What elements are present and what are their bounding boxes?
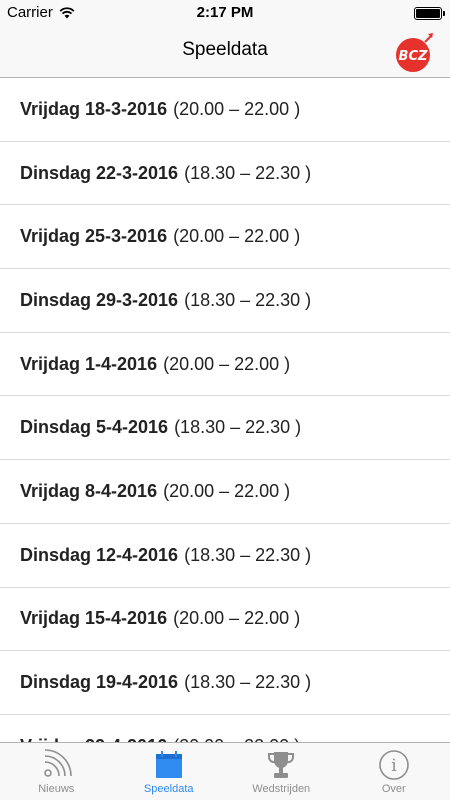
bcz-logo: BCZ xyxy=(396,33,433,72)
schedule-hours: (20.00 – 22.00 ) xyxy=(163,353,291,374)
calendar-icon xyxy=(155,751,182,778)
schedule-hours: (20.00 – 22.00 ) xyxy=(173,226,301,247)
list-item[interactable]: Vrijdag 8-4-2016 (20.00 – 22.00 ) xyxy=(0,460,450,524)
schedule-day: Dinsdag 5-4-2016 xyxy=(20,417,169,438)
app-screen: Carrier 2:17 PM Speeldata BCZ Vrijdag 18… xyxy=(0,0,450,800)
tab-wedstrijden[interactable]: Wedstrijden xyxy=(225,743,338,800)
svg-text:BCZ: BCZ xyxy=(399,49,428,64)
rss-icon xyxy=(44,749,73,777)
schedule-day: Vrijdag 25-3-2016 xyxy=(20,226,168,247)
list-item[interactable]: Dinsdag 12-4-2016 (18.30 – 22.30 ) xyxy=(0,524,450,588)
list-item[interactable]: Vrijdag 1-4-2016 (20.00 – 22.00 ) xyxy=(0,333,450,397)
status-bar: Carrier 2:17 PM xyxy=(0,0,450,26)
schedule-hours: (18.30 – 22.30 ) xyxy=(184,544,312,565)
tab-nieuws[interactable]: Nieuws xyxy=(0,743,113,800)
page-title: Speeldata xyxy=(182,39,268,60)
svg-text:i: i xyxy=(391,756,397,776)
schedule-hours: (20.00 – 22.00 ) xyxy=(163,480,291,501)
navigation-bar: Speeldata BCZ xyxy=(0,26,450,78)
schedule-hours: (20.00 – 22.00 ) xyxy=(173,98,301,119)
schedule-list[interactable]: Vrijdag 18-3-2016 (20.00 – 22.00 ) Dinsdag… xyxy=(0,78,450,742)
tab-over[interactable]: i Over xyxy=(338,743,450,800)
schedule-day: Dinsdag 29-3-2016 xyxy=(20,289,179,310)
tab-speeldata[interactable]: Speeldata xyxy=(113,743,226,800)
list-item[interactable]: Vrijdag 18-3-2016 (20.00 – 22.00 ) xyxy=(0,78,450,142)
tab-speeldata-label: Speeldata xyxy=(143,783,194,795)
schedule-day: Vrijdag 15-4-2016 xyxy=(20,608,168,629)
tab-over-label: Over xyxy=(381,783,406,795)
list-item[interactable]: Vrijdag 15-4-2016 (20.00 – 22.00 ) xyxy=(0,588,450,652)
schedule-hours: (18.30 – 22.30 ) xyxy=(184,289,312,310)
status-time: 2:17 PM xyxy=(196,4,254,21)
list-item[interactable]: Dinsdag 5-4-2016 (18.30 – 22.30 ) xyxy=(0,396,450,461)
list-item[interactable]: Dinsdag 29-3-2016 (18.30 – 22.30 ) xyxy=(0,269,450,333)
schedule-hours: (18.30 – 22.30 ) xyxy=(184,672,312,693)
trophy-icon xyxy=(268,752,295,778)
schedule-day: Dinsdag 12-4-2016 xyxy=(20,544,179,565)
schedule-day: Vrijdag 18-3-2016 xyxy=(20,98,168,119)
tab-bar: Nieuws Speeldata Wedstrijden i Over xyxy=(0,742,450,800)
schedule-hours: (18.30 – 22.30 ) xyxy=(184,162,312,183)
info-icon: i xyxy=(378,750,409,780)
list-item[interactable]: Dinsdag 22-3-2016 (18.30 – 22.30 ) xyxy=(0,142,450,206)
list-item[interactable]: Dinsdag 19-4-2016 (18.30 – 22.30 ) xyxy=(0,651,450,715)
schedule-day: Vrijdag 1-4-2016 xyxy=(20,353,158,374)
tab-wedstrijden-label: Wedstrijden xyxy=(252,783,311,795)
list-item[interactable]: Vrijdag 25-3-2016 (20.00 – 22.00 ) xyxy=(0,205,450,270)
schedule-hours: (20.00 – 22.00 ) xyxy=(173,608,301,629)
schedule-day: Dinsdag 22-3-2016 xyxy=(20,162,179,183)
schedule-hours: (18.30 – 22.30 ) xyxy=(174,417,302,438)
schedule-day: Vrijdag 8-4-2016 xyxy=(20,480,158,501)
battery-icon xyxy=(414,7,445,20)
tab-nieuws-label: Nieuws xyxy=(38,783,75,795)
list-item[interactable]: Vrijdag 22-4-2016(20.00 – 22.00 ) xyxy=(0,715,450,742)
schedule-day: Dinsdag 19-4-2016 xyxy=(20,672,179,693)
